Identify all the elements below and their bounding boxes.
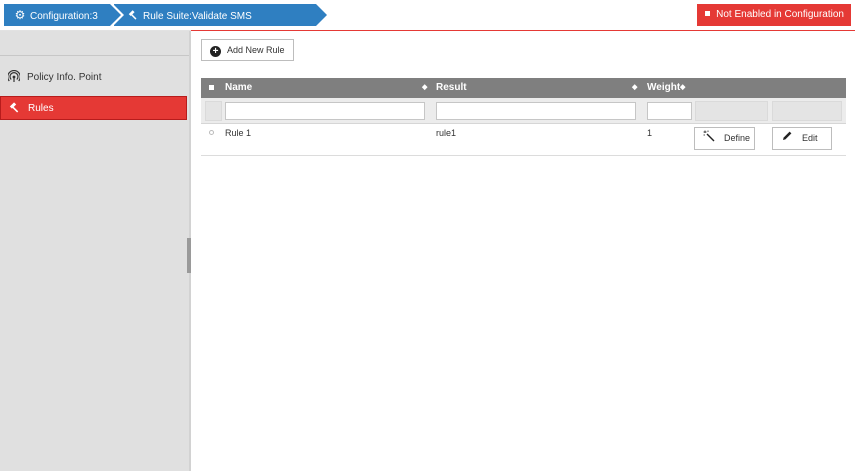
column-header-result[interactable]: Result (436, 78, 467, 98)
grid-filter-row (201, 98, 846, 124)
rules-grid: Name ◆ Result ◆ Weight ◆ Rule 1 rule1 1 (201, 78, 846, 156)
table-row[interactable]: Rule 1 rule1 1 Define Edit (201, 124, 846, 156)
rule-result-cell: rule1 (436, 128, 457, 138)
edit-button-label: Edit (802, 133, 818, 143)
gavel-icon (9, 97, 21, 121)
rule-weight-cell: 1 (647, 128, 653, 138)
breadcrumb-configuration-label: Configuration:3 (30, 11, 98, 22)
sidebar-divider (0, 55, 189, 56)
signal-icon (7, 66, 21, 90)
sidebar-item-label: Rules (28, 103, 54, 114)
main-top-rule (191, 30, 855, 31)
sort-icon[interactable]: ◆ (680, 78, 685, 98)
plus-circle-icon: + (210, 46, 221, 57)
column-header-weight[interactable]: Weight (647, 78, 680, 98)
breadcrumb-configuration[interactable]: ⚙ Configuration:3 (4, 4, 121, 26)
select-all-checkbox[interactable] (209, 85, 214, 90)
column-header-name[interactable]: Name (225, 78, 252, 98)
define-button[interactable]: Define (694, 127, 755, 150)
status-badge-label: Not Enabled in Configuration (716, 9, 844, 20)
result-filter-input[interactable] (436, 102, 636, 120)
gavel-icon (126, 4, 140, 26)
status-square-icon (705, 11, 711, 16)
weight-filter-input[interactable] (647, 102, 692, 120)
top-bar: ⚙ Configuration:3 Rule Suite:Validate SMS… (0, 0, 855, 44)
grid-header: Name ◆ Result ◆ Weight ◆ (201, 78, 846, 98)
sidebar-item-policy-info-point[interactable]: Policy Info. Point (0, 66, 187, 90)
filter-placeholder-cell (772, 101, 842, 121)
sort-icon[interactable]: ◆ (632, 78, 637, 98)
row-select-checkbox[interactable] (209, 130, 214, 135)
sort-icon[interactable]: ◆ (422, 78, 427, 98)
status-badge: Not Enabled in Configuration (697, 4, 851, 26)
gear-icon: ⚙ (14, 8, 26, 22)
app-window: ⚙ Configuration:3 Rule Suite:Validate SMS… (0, 0, 855, 471)
sidebar: Policy Info. Point Rules (0, 31, 189, 471)
define-button-label: Define (724, 133, 751, 143)
magic-wand-icon (703, 128, 715, 149)
breadcrumb-rule-suite[interactable]: Rule Suite:Validate SMS Authentication (113, 4, 327, 44)
name-filter-input[interactable] (225, 102, 425, 120)
main-content: + Add New Rule Name ◆ Result ◆ Weight ◆ (191, 30, 855, 471)
add-new-rule-button[interactable]: + Add New Rule (201, 39, 294, 61)
pencil-icon (781, 128, 793, 149)
filter-placeholder-cell (205, 101, 222, 121)
filter-placeholder-cell (695, 101, 768, 121)
rule-name-cell: Rule 1 (225, 128, 252, 138)
edit-button[interactable]: Edit (772, 127, 832, 150)
sidebar-item-label: Policy Info. Point (27, 72, 102, 83)
add-new-rule-label: Add New Rule (227, 45, 285, 55)
sidebar-item-rules[interactable]: Rules (0, 96, 187, 120)
